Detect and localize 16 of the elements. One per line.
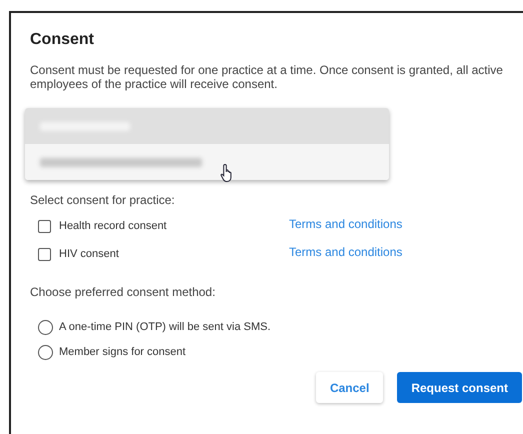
dialog-description: Consent must be requested for one practice at a time. Once consent is granted, all active employees of the practice will receive consent. [30,63,504,91]
request-button[interactable]: Request consent [397,372,522,403]
dialog-title: Consent [30,31,95,49]
terms-link[interactable]: Terms and conditions [289,245,402,259]
terms-link[interactable]: Terms and conditions [289,217,402,231]
checkbox-label: HIV consent [59,248,120,260]
radio-label: Member signs for consent [59,346,186,358]
radio-button[interactable] [38,344,53,360]
checkbox-label: Health record consent [59,220,168,232]
checkbox[interactable] [38,220,51,232]
radio-button[interactable] [38,320,53,334]
radio-label: A one-time PIN (OTP) will be sent via SMS. [59,321,271,333]
section-label: Choose preferred consent method: [30,285,216,299]
section-label: Select consent for practice: [30,193,176,207]
checkbox[interactable] [38,248,51,260]
cancel-button[interactable]: Cancel [316,372,384,403]
